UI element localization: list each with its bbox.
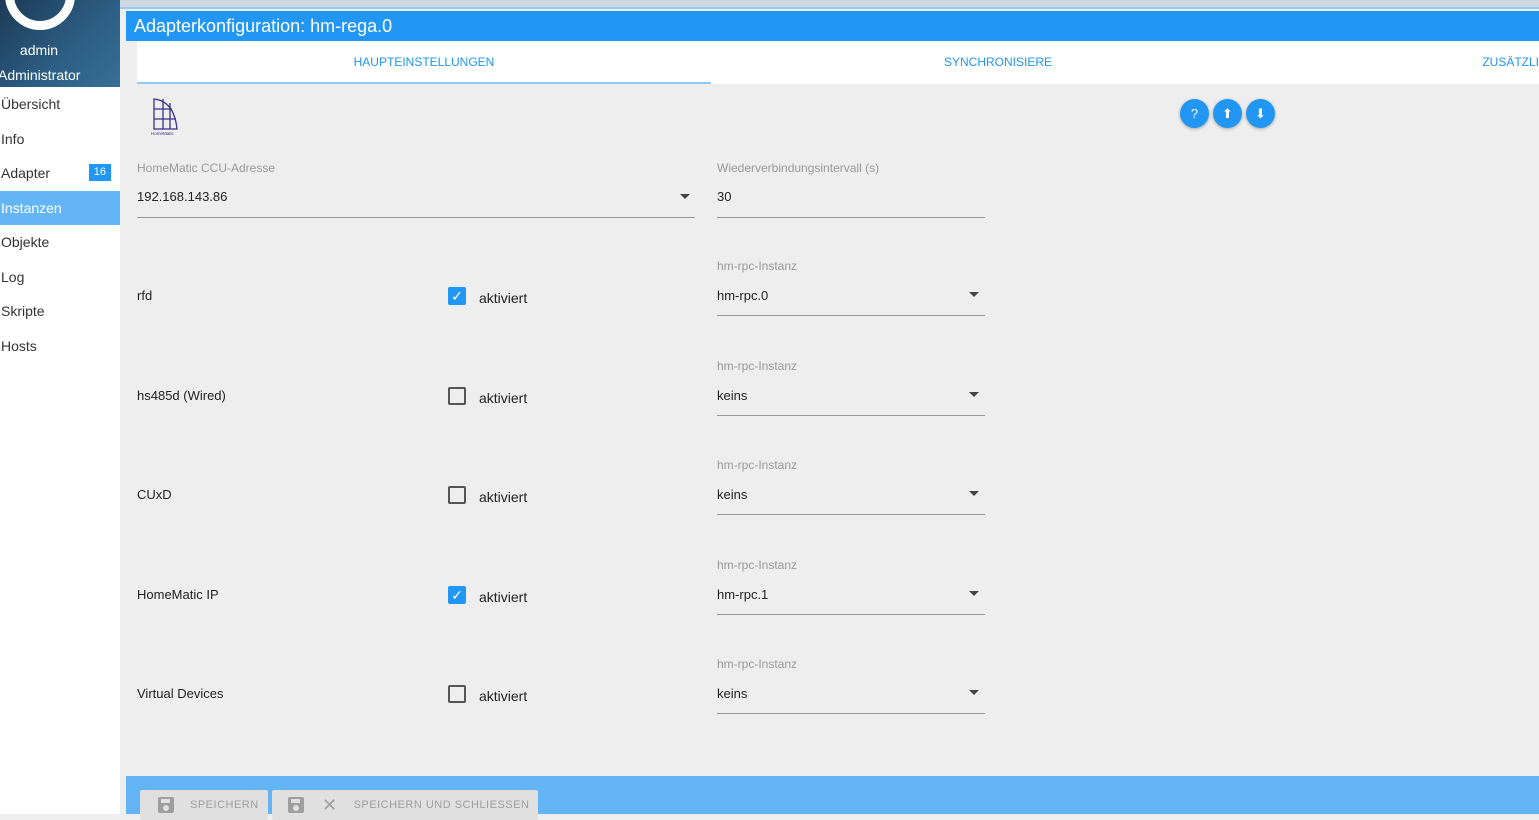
ccu-address-select[interactable]: 192.168.143.86 — [137, 189, 227, 204]
tab-sync[interactable]: SYNCHRONISIERE — [711, 41, 1285, 84]
instance-underline — [717, 315, 985, 316]
save-label: SPEICHERN — [190, 799, 259, 811]
nav-item-adapter[interactable]: Adapter 16 — [0, 156, 120, 191]
user-name: admin — [19, 42, 59, 58]
nav-item-objekte[interactable]: Objekte — [0, 225, 120, 260]
user-role: Administrator — [0, 67, 81, 83]
reconnect-interval-input[interactable]: 30 — [717, 189, 731, 204]
help-button[interactable]: ? — [1180, 99, 1209, 128]
instance-select[interactable]: hm-rpc.1 — [717, 587, 768, 602]
enabled-checkbox[interactable] — [448, 685, 466, 703]
nav-label: Instanzen — [1, 199, 62, 216]
instance-label: hm-rpc-Instanz — [717, 657, 798, 671]
enabled-label: aktiviert — [479, 390, 528, 406]
bottom-toolbar: SPEICHERN ✕ SPEICHERN UND SCHLIESSEN — [126, 776, 1539, 820]
instance-underline — [717, 415, 985, 416]
tab-additional[interactable]: ZUSÄTZLI — [1285, 41, 1539, 84]
top-strip — [120, 0, 1539, 9]
enabled-label: aktiviert — [479, 589, 528, 605]
tab-bar: HAUPTEINSTELLUNGEN SYNCHRONISIERE ZUSÄTZ… — [137, 41, 1539, 84]
adapter-count-badge: 16 — [88, 164, 111, 181]
device-type-label: hs485d (Wired) — [137, 388, 226, 403]
instance-label: hm-rpc-Instanz — [717, 259, 798, 273]
instance-underline — [717, 713, 985, 714]
help-icon: ? — [1190, 106, 1199, 121]
nav-menu: Übersicht Info Adapter 16 Instanzen Objek… — [0, 87, 120, 363]
nav-label: Log — [1, 268, 25, 285]
tab-main-settings[interactable]: HAUPTEINSTELLUNGEN — [137, 41, 711, 84]
save-icon — [288, 797, 304, 813]
dialog-title: Adapterkonfiguration: hm-rega.0 — [126, 11, 1539, 41]
enabled-checkbox[interactable] — [448, 486, 466, 504]
chevron-down-icon[interactable] — [680, 194, 690, 199]
chevron-down-icon[interactable] — [969, 591, 979, 596]
reconnect-interval-underline — [717, 217, 985, 218]
sidebar: admin Administrator Übersicht Info Adapt… — [0, 0, 120, 814]
nav-item-uebersicht[interactable]: Übersicht — [0, 87, 120, 122]
nav-item-hosts[interactable]: Hosts — [0, 329, 120, 364]
ccu-address-label: HomeMatic CCU-Adresse — [137, 161, 276, 175]
instance-label: hm-rpc-Instanz — [717, 458, 798, 472]
save-icon — [158, 797, 174, 813]
instance-underline — [717, 614, 985, 615]
ccu-address-underline — [137, 217, 695, 218]
nav-item-instanzen[interactable]: Instanzen — [0, 190, 120, 225]
reconnect-interval-label: Wiederverbindungsintervall (s) — [717, 161, 880, 175]
nav-label: Übersicht — [1, 96, 61, 112]
nav-label: Skripte — [1, 303, 45, 319]
instance-select[interactable]: hm-rpc.0 — [717, 288, 768, 303]
check-icon: ✓ — [451, 288, 463, 304]
device-type-label: CUxD — [137, 487, 172, 502]
device-type-label: Virtual Devices — [137, 686, 224, 701]
nav-item-info[interactable]: Info — [0, 122, 120, 157]
nav-label: Adapter — [1, 165, 51, 181]
homematic-logo: HomeMatic — [150, 95, 180, 142]
check-icon: ✓ — [451, 587, 463, 603]
nav-label: Hosts — [1, 337, 37, 354]
svg-text:HomeMatic: HomeMatic — [151, 131, 175, 136]
enabled-label: aktiviert — [479, 290, 528, 306]
device-type-label: rfd — [137, 288, 153, 303]
instance-underline — [717, 514, 985, 515]
nav-label: Objekte — [1, 234, 50, 250]
upload-button[interactable]: ⬆ — [1213, 99, 1242, 128]
upload-icon: ⬆ — [1222, 106, 1233, 121]
instance-select[interactable]: keins — [717, 487, 747, 502]
close-icon: ✕ — [322, 795, 338, 815]
save-close-label: SPEICHERN UND SCHLIESSEN — [353, 799, 530, 811]
instance-label: hm-rpc-Instanz — [717, 558, 798, 572]
instance-select[interactable]: keins — [717, 388, 747, 403]
avatar[interactable] — [5, 0, 75, 30]
enabled-checkbox[interactable]: ✓ — [448, 287, 466, 305]
instance-label: hm-rpc-Instanz — [717, 359, 798, 373]
download-button[interactable]: ⬇ — [1246, 99, 1275, 128]
nav-item-skripte[interactable]: Skripte — [0, 294, 120, 329]
enabled-checkbox[interactable]: ✓ — [448, 586, 466, 604]
chevron-down-icon[interactable] — [969, 292, 979, 297]
user-header: admin Administrator — [0, 0, 120, 87]
nav-item-log[interactable]: Log — [0, 260, 120, 295]
instance-select[interactable]: keins — [717, 686, 747, 701]
chevron-down-icon[interactable] — [969, 491, 979, 496]
download-icon: ⬇ — [1255, 106, 1266, 121]
enabled-label: aktiviert — [479, 489, 528, 505]
enabled-checkbox[interactable] — [448, 387, 466, 405]
save-button[interactable]: SPEICHERN — [140, 790, 268, 820]
chevron-down-icon[interactable] — [969, 690, 979, 695]
save-close-button[interactable]: ✕ SPEICHERN UND SCHLIESSEN — [272, 790, 538, 820]
device-type-label: HomeMatic IP — [137, 587, 219, 602]
enabled-label: aktiviert — [479, 688, 528, 704]
chevron-down-icon[interactable] — [969, 392, 979, 397]
nav-label: Info — [1, 130, 25, 147]
